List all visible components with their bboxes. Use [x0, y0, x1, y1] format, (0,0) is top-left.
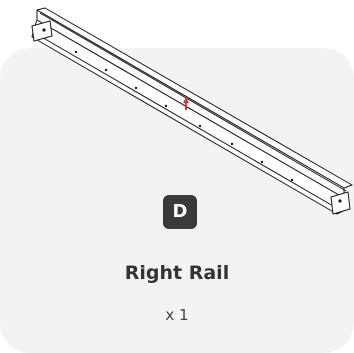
rail-bottom-flange [31, 19, 348, 215]
rail-hole [290, 178, 294, 182]
part-name: Right Rail [124, 262, 230, 284]
part-quantity: x 1 [165, 306, 189, 324]
rail-hole [104, 68, 108, 72]
rail-hole [260, 160, 264, 164]
rail-hole [338, 199, 342, 203]
rail-top-face [36, 7, 353, 189]
rail-hole [74, 50, 78, 54]
rail-illustration-icon [31, 7, 353, 215]
part-card-stage: D Right Rail x 1 [0, 0, 354, 353]
rail-inner-line [39, 12, 347, 192]
part-letter-badge: D [163, 195, 197, 229]
rail-hole [134, 86, 138, 90]
rail-hole [164, 104, 168, 108]
rail-hole [42, 28, 46, 32]
rail-hole [230, 142, 234, 146]
rail-hole [198, 124, 202, 128]
rail-flange-edge [32, 31, 341, 211]
